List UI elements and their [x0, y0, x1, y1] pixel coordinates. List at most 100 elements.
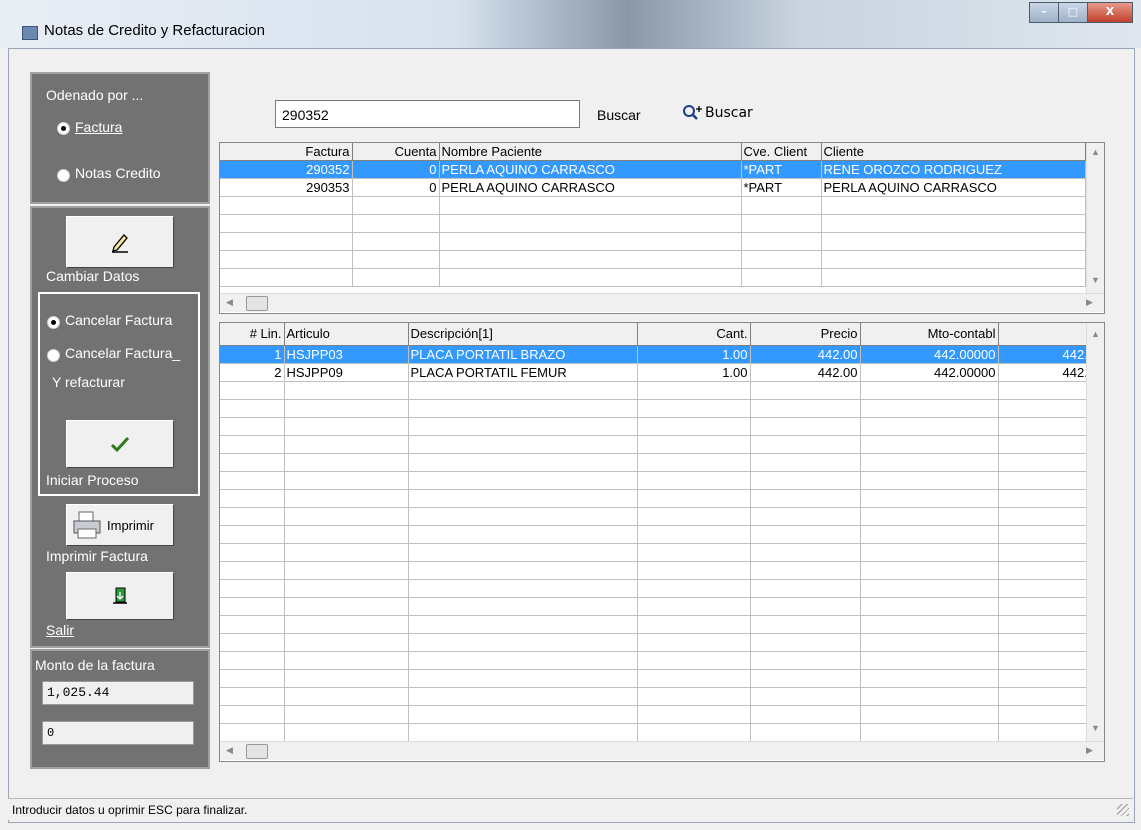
table-row[interactable] [220, 417, 1104, 436]
cambiar-datos-label[interactable]: Cambiar Datos [46, 268, 139, 284]
salir-label[interactable]: Salir [46, 622, 74, 638]
monto-secondary-field[interactable]: 0 [42, 721, 194, 745]
cell-factura[interactable]: 290352 [220, 160, 353, 179]
buscar-button[interactable]: Buscar [682, 104, 753, 122]
title-bar[interactable]: Notas de Credito y Refacturacion – □ X [0, 0, 1141, 48]
lines-vertical-scrollbar[interactable]: ▲ ▼ [1086, 323, 1104, 741]
table-row[interactable] [220, 525, 1104, 544]
table-row[interactable] [220, 669, 1104, 688]
table-row[interactable] [220, 196, 1086, 215]
table-row[interactable] [220, 489, 1104, 508]
iniciar-proceso-label[interactable]: Iniciar Proceso [46, 472, 139, 488]
radio-factura-label[interactable]: Factura [75, 119, 122, 135]
col-cuenta[interactable]: Cuenta [352, 143, 440, 161]
col-precio[interactable]: Precio [750, 323, 861, 346]
col-nombre-paciente[interactable]: Nombre Paciente [439, 143, 742, 161]
table-row[interactable] [220, 597, 1104, 616]
scroll-down-arrow-icon[interactable]: ▼ [1091, 275, 1100, 285]
minimize-button[interactable]: – [1029, 2, 1059, 23]
col-lin[interactable]: # Lin. [220, 323, 285, 346]
salir-button[interactable] [66, 572, 174, 620]
resize-grip-icon[interactable] [1117, 804, 1129, 816]
radio-cancelar-refacturar-label[interactable]: Cancelar Factura_ [65, 345, 180, 361]
table-row[interactable] [220, 507, 1104, 526]
cell-factura[interactable]: 290353 [220, 178, 353, 197]
table-row[interactable] [220, 250, 1086, 269]
scroll-up-arrow-icon[interactable]: ▲ [1091, 147, 1100, 157]
scroll-down-arrow-icon[interactable]: ▼ [1091, 723, 1100, 733]
imprimir-button[interactable]: Imprimir [66, 504, 174, 546]
scroll-right-arrow-icon[interactable]: ▶ [1086, 297, 1093, 308]
cell-cuenta[interactable]: 0 [352, 178, 440, 197]
monto-value-field[interactable]: 1,025.44 [42, 681, 194, 705]
cell-paciente[interactable]: PERLA AQUINO CARRASCO [439, 160, 742, 179]
scroll-thumb[interactable] [246, 296, 268, 311]
table-row[interactable] [220, 579, 1104, 598]
maximize-button[interactable]: □ [1058, 2, 1088, 23]
table-row[interactable] [220, 435, 1104, 454]
table-row[interactable]: 2 HSJPP09 PLACA PORTATIL FEMUR 1.00 442.… [220, 363, 1104, 382]
table-row[interactable] [220, 232, 1086, 251]
cell-lin[interactable]: 2 [220, 363, 285, 382]
table-row[interactable] [220, 705, 1104, 724]
cell-precio[interactable]: 442.00 [750, 363, 861, 382]
cell-lin[interactable]: 1 [220, 345, 285, 364]
scroll-up-arrow-icon[interactable]: ▲ [1091, 329, 1100, 339]
table-row[interactable] [220, 633, 1104, 652]
table-row[interactable] [220, 268, 1086, 287]
table-row[interactable]: 1 HSJPP03 PLACA PORTATIL BRAZO 1.00 442.… [220, 345, 1104, 364]
invoices-grid[interactable]: Factura Cuenta Nombre Paciente Cve. Clie… [219, 142, 1105, 314]
radio-cancelar-factura[interactable] [47, 316, 60, 329]
close-button[interactable]: X [1087, 2, 1133, 23]
cell-cliente[interactable]: PERLA AQUINO CARRASCO [821, 178, 1086, 197]
cell-mto[interactable]: 442.00000 [860, 363, 999, 382]
col-articulo[interactable]: Articulo [284, 323, 409, 346]
cell-cve[interactable]: *PART [741, 178, 822, 197]
col-cant[interactable]: Cant. [637, 323, 751, 346]
iniciar-proceso-button[interactable] [66, 420, 174, 468]
cell-cant[interactable]: 1.00 [637, 363, 751, 382]
table-row[interactable] [220, 723, 1104, 742]
table-row[interactable] [220, 561, 1104, 580]
radio-notas-credito[interactable] [57, 169, 70, 182]
table-row[interactable] [220, 615, 1104, 634]
cell-cuenta[interactable]: 0 [352, 160, 440, 179]
cell-mto[interactable]: 442.00000 [860, 345, 999, 364]
lines-grid[interactable]: # Lin. Articulo Descripción[1] Cant. Pre… [219, 322, 1105, 762]
scroll-left-arrow-icon[interactable]: ◀ [226, 745, 233, 756]
table-row[interactable] [220, 381, 1104, 400]
imprimir-factura-label[interactable]: Imprimir Factura [46, 548, 148, 564]
table-row[interactable]: 290353 0 PERLA AQUINO CARRASCO *PART PER… [220, 178, 1086, 197]
cambiar-datos-button[interactable] [66, 216, 174, 268]
invoices-horizontal-scrollbar[interactable]: ◀ ▶ [220, 293, 1104, 312]
table-row[interactable] [220, 399, 1104, 418]
radio-cancelar-refacturar[interactable] [47, 349, 60, 362]
col-cve-cliente[interactable]: Cve. Client [741, 143, 822, 161]
table-row[interactable] [220, 214, 1086, 233]
radio-factura[interactable] [57, 122, 70, 135]
cell-cve[interactable]: *PART [741, 160, 822, 179]
col-mto-contabl[interactable]: Mto-contabl [860, 323, 999, 346]
scroll-left-arrow-icon[interactable]: ◀ [226, 297, 233, 308]
cell-paciente[interactable]: PERLA AQUINO CARRASCO [439, 178, 742, 197]
cell-cliente[interactable]: RENE OROZCO RODRIGUEZ [821, 160, 1086, 179]
table-row[interactable]: 290352 0 PERLA AQUINO CARRASCO *PART REN… [220, 160, 1086, 179]
cell-articulo[interactable]: HSJPP03 [284, 345, 409, 364]
radio-notas-credito-label[interactable]: Notas Credito [75, 165, 161, 181]
table-row[interactable] [220, 651, 1104, 670]
lines-horizontal-scrollbar[interactable]: ◀ ▶ [220, 741, 1104, 760]
scroll-thumb[interactable] [246, 744, 268, 759]
col-descripcion[interactable]: Descripción[1] [408, 323, 638, 346]
col-cliente[interactable]: Cliente [821, 143, 1086, 161]
invoices-vertical-scrollbar[interactable]: ▲ ▼ [1086, 143, 1104, 293]
table-row[interactable] [220, 543, 1104, 562]
cell-precio[interactable]: 442.00 [750, 345, 861, 364]
cell-articulo[interactable]: HSJPP09 [284, 363, 409, 382]
cell-cant[interactable]: 1.00 [637, 345, 751, 364]
table-row[interactable] [220, 471, 1104, 490]
scroll-right-arrow-icon[interactable]: ▶ [1086, 745, 1093, 756]
table-row[interactable] [220, 453, 1104, 472]
table-row[interactable] [220, 687, 1104, 706]
cell-descripcion[interactable]: PLACA PORTATIL BRAZO [408, 345, 638, 364]
col-factura[interactable]: Factura [220, 143, 353, 161]
